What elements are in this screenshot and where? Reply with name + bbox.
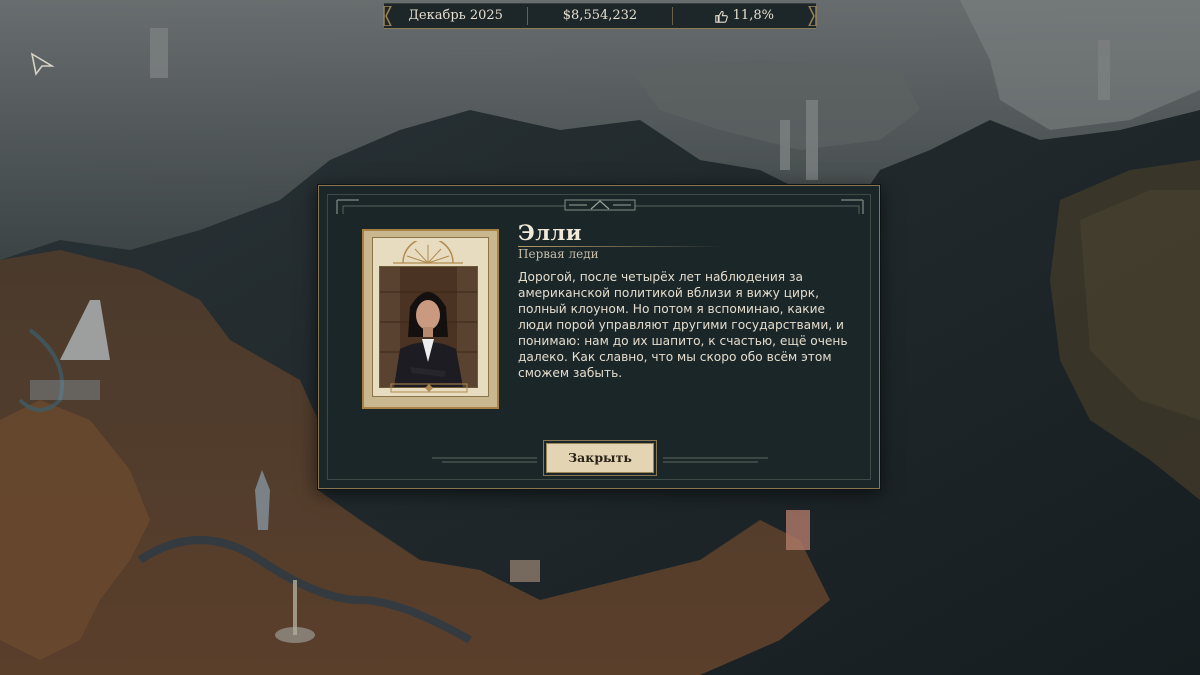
money-display[interactable]: $8,554,232 bbox=[528, 4, 671, 28]
portrait-card bbox=[372, 237, 489, 397]
dialog-ornament-icon bbox=[336, 199, 864, 214]
character-title: Первая леди bbox=[518, 247, 599, 261]
mouse-cursor-icon bbox=[30, 52, 54, 76]
approval-display[interactable]: 11,8% bbox=[673, 4, 816, 28]
approval-value: 11,8% bbox=[732, 8, 774, 23]
portrait-frame bbox=[362, 229, 499, 409]
sunburst-ornament-icon bbox=[393, 241, 463, 264]
bar-cap-left-icon bbox=[383, 6, 392, 26]
button-divider-right bbox=[663, 457, 768, 463]
status-bar: Декабрь 2025 $8,554,232 11,8% bbox=[383, 3, 817, 29]
dialog-message: Дорогой, после четырёх лет наблюдения за… bbox=[518, 270, 848, 380]
thumbs-up-icon bbox=[714, 10, 728, 23]
button-divider-left bbox=[432, 457, 537, 463]
nameplate-ornament-icon bbox=[390, 383, 468, 393]
character-dialog: Элли Первая леди Дорогой, после четырёх … bbox=[318, 185, 880, 489]
bar-cap-right-icon bbox=[808, 6, 817, 26]
character-portrait bbox=[379, 266, 478, 388]
close-button[interactable]: Закрыть bbox=[546, 443, 654, 473]
character-name: Элли bbox=[518, 220, 582, 245]
date-display[interactable]: Декабрь 2025 bbox=[384, 4, 527, 28]
woman-portrait-icon bbox=[380, 267, 477, 387]
